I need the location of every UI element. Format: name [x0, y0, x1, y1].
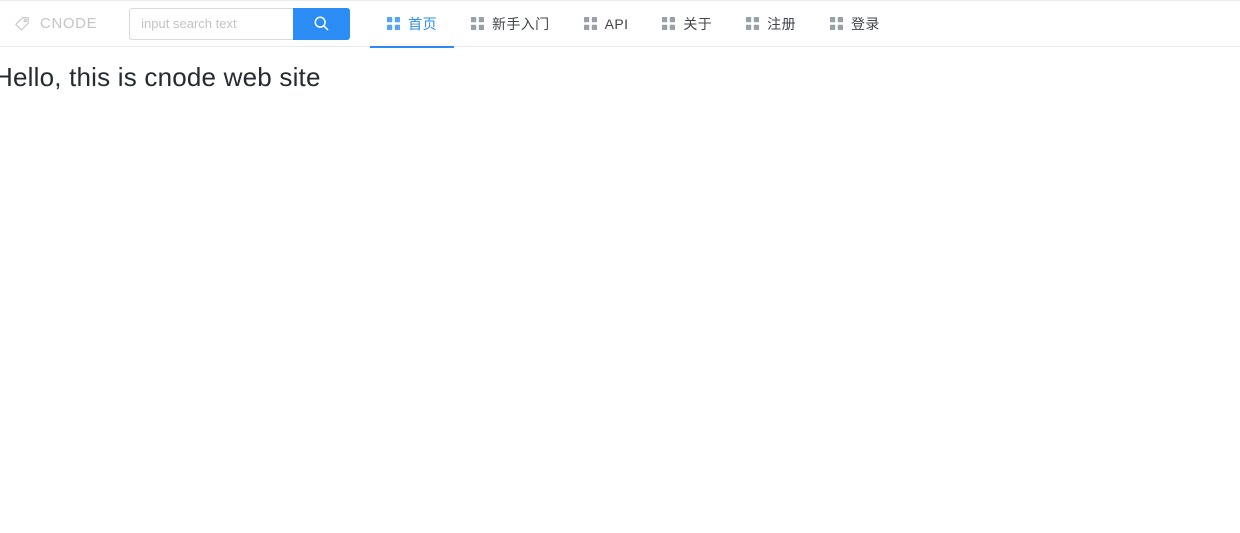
nav-item-register[interactable]: 注册: [729, 1, 813, 47]
appstore-grid-icon: [387, 17, 401, 30]
nav-item-home[interactable]: 首页: [370, 1, 454, 48]
nav-item-login[interactable]: 登录: [813, 1, 897, 47]
brand-name: CNODE: [40, 15, 98, 32]
main-nav: 首页 新手入门 API 关于 注册 登录: [370, 1, 897, 48]
nav-item-label: 首页: [408, 15, 437, 32]
search-button[interactable]: [293, 7, 351, 40]
nav-item-label: 注册: [767, 15, 796, 32]
nav-item-label: 新手入门: [491, 15, 550, 32]
page-title: Hello, this is cnode web site: [0, 62, 321, 92]
appstore-grid-icon: [583, 17, 597, 30]
search-box: [129, 7, 351, 40]
nav-item-api[interactable]: API: [567, 1, 646, 47]
main-content: Hello, this is cnode web site: [0, 47, 1240, 533]
search-input[interactable]: [129, 7, 294, 40]
nav-item-about[interactable]: 关于: [645, 1, 729, 47]
brand-logo[interactable]: CNODE: [14, 1, 97, 47]
appstore-grid-icon: [662, 17, 676, 30]
site-header: CNODE 首页: [0, 0, 1240, 48]
appstore-grid-icon: [829, 17, 843, 30]
nav-item-getting-started[interactable]: 新手入门: [454, 1, 567, 47]
nav-item-label: 关于: [683, 15, 713, 32]
appstore-grid-icon: [746, 17, 760, 30]
tag-icon: [14, 16, 30, 32]
nav-item-label: 登录: [850, 15, 880, 32]
appstore-grid-icon: [470, 17, 484, 30]
nav-item-label: API: [604, 15, 629, 32]
search-icon: [313, 15, 330, 32]
